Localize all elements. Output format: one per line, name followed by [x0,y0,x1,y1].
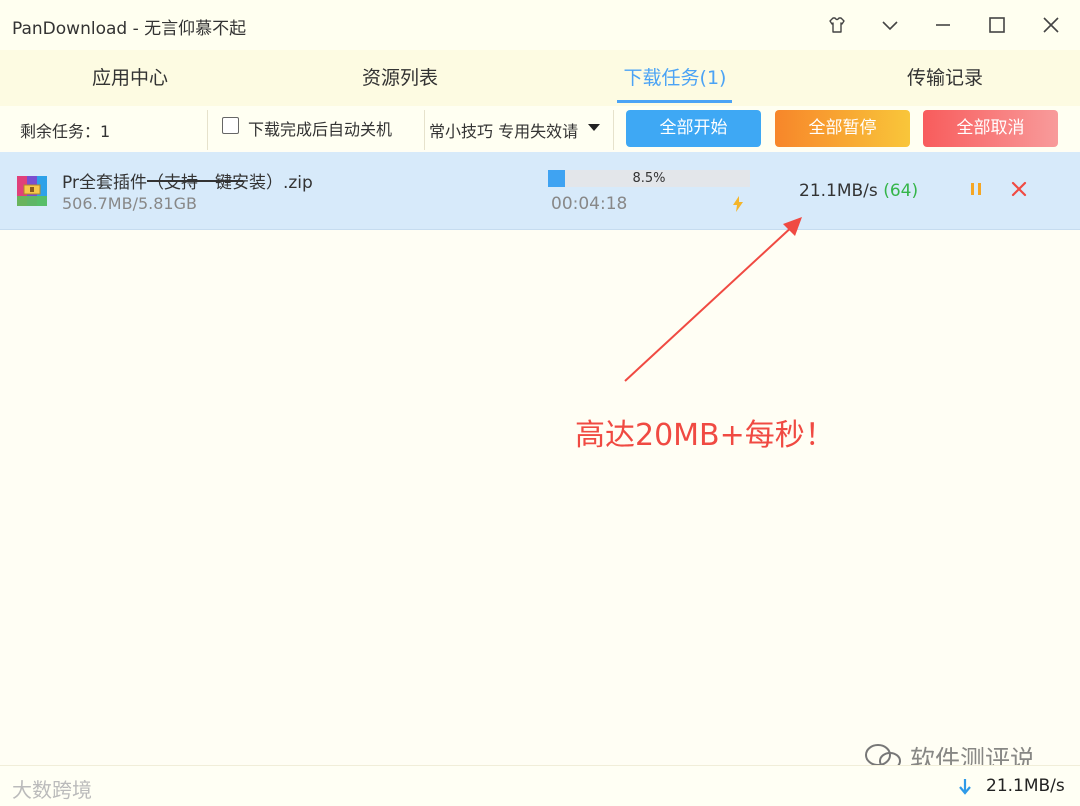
speed-value: 21.1MB/s [799,181,878,201]
elapsed-time: 00:04:18 [551,194,628,214]
tab-bar: 应用中心 资源列表 下载任务(1) 传输记录 [0,50,1080,107]
tab-download-tasks[interactable]: 下载任务(1) [600,50,750,106]
status-speed: 21.1MB/s [986,776,1065,796]
active-tab-indicator [617,100,732,103]
download-speed: 21.1MB/s (64) [799,181,918,201]
progress-percent: 8.5% [632,171,666,186]
start-all-button[interactable]: 全部开始 [626,110,761,147]
pause-all-button[interactable]: 全部暂停 [775,110,910,147]
download-arrow-icon [959,779,971,795]
zip-archive-icon [17,176,47,206]
divider [424,110,425,150]
tab-transfer-records[interactable]: 传输记录 [875,50,1015,106]
title-bar: PanDownload - 无言仰慕不起 [0,0,1080,50]
annotation-text: 高达20MB+每秒！ [575,418,835,453]
minimize-icon[interactable] [928,10,958,40]
task-size: 506.7MB/5.81GB [62,194,197,213]
strikethrough-mark [147,180,243,182]
skin-icon[interactable] [822,10,852,40]
connection-count: (64) [883,181,919,201]
tip-dropdown-icon[interactable] [588,124,600,131]
cancel-task-icon[interactable] [1011,181,1027,197]
pause-icon[interactable] [969,181,983,197]
status-bar: 大数跨境 21.1MB/s [0,765,1080,806]
brand-logo-watermark: 大数跨境 [12,778,92,802]
chevron-down-icon[interactable] [875,10,905,40]
tab-resource-list[interactable]: 资源列表 [330,50,470,106]
close-window-icon[interactable] [1036,10,1066,40]
auto-shutdown-label[interactable]: 下载完成后自动关机 [248,116,392,140]
auto-shutdown-checkbox[interactable] [222,117,239,134]
maximize-icon[interactable] [982,10,1012,40]
lightning-icon [733,196,743,212]
download-task-row[interactable]: Pr全套插件（支持一键安装）.zip 506.7MB/5.81GB 8.5% 0… [0,152,1080,230]
window-title: PanDownload - 无言仰慕不起 [12,19,247,39]
tab-app-center[interactable]: 应用中心 [60,50,200,106]
tip-marquee[interactable]: 常小技巧 专用失效请 [429,118,587,142]
divider [613,110,614,150]
remaining-tasks: 剩余任务：1 [20,122,111,141]
divider [207,110,208,150]
progress-bar: 8.5% [548,170,750,187]
cancel-all-button[interactable]: 全部取消 [923,110,1058,147]
